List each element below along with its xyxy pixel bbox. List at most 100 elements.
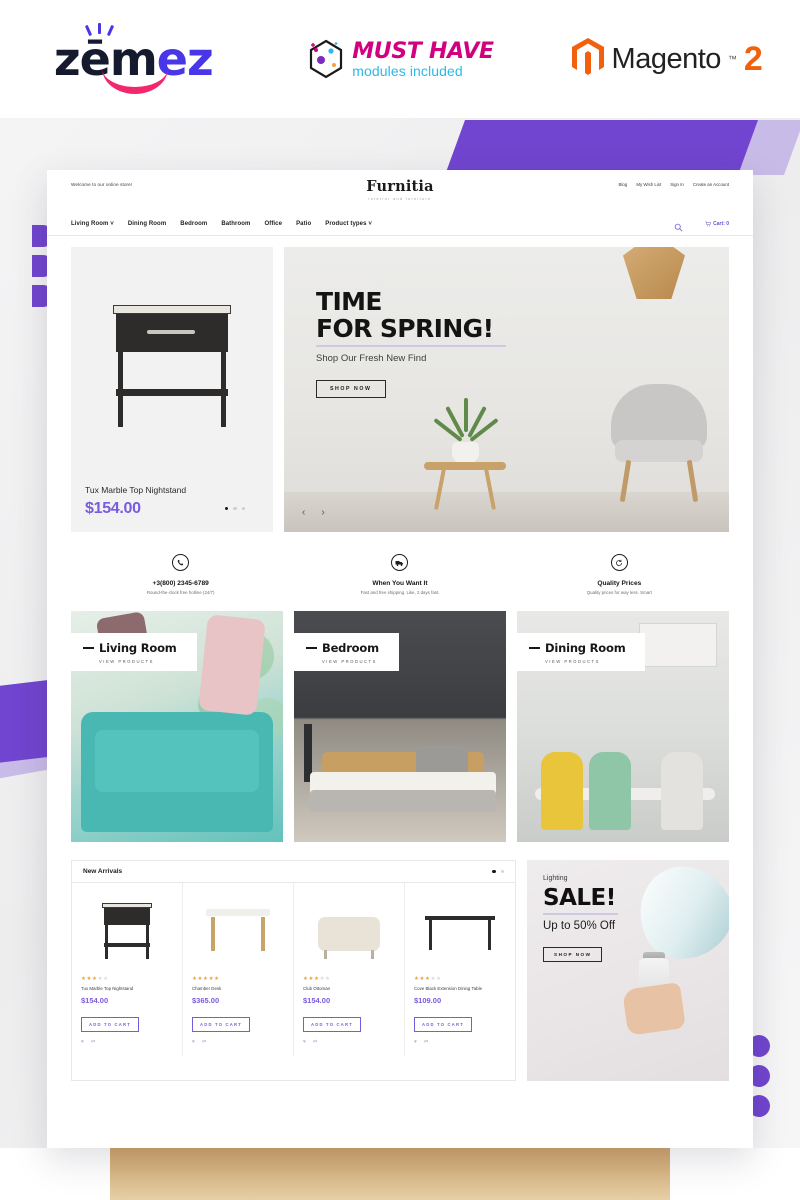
nav-item-office[interactable]: Office — [264, 221, 282, 227]
heart-icon[interactable]: ♥ — [303, 1039, 306, 1045]
link-signin[interactable]: Sign In — [670, 182, 684, 187]
coffee-table-illustration — [424, 398, 506, 510]
product-actions: ♥ ⇄ — [414, 1039, 506, 1045]
nav-item-product-types[interactable]: Product types ˅ — [325, 221, 372, 227]
nav-item-bathroom[interactable]: Bathroom — [221, 221, 250, 227]
product-name: Tux Marble Top Nightstand — [81, 986, 134, 991]
add-to-cart-button[interactable]: ADD TO CART — [303, 1017, 361, 1032]
zemez-smile-icon — [101, 68, 168, 94]
link-create-account[interactable]: Create an Account — [693, 182, 729, 187]
nightstand-illustration — [102, 903, 152, 959]
category-title: Living Room — [99, 641, 177, 655]
product-actions: ♥ ⇄ — [81, 1039, 173, 1045]
banner-shop-now-button[interactable]: SHOP NOW — [316, 380, 386, 398]
product-rating: ★★★★★ — [192, 976, 220, 982]
add-to-cart-button[interactable]: ADD TO CART — [81, 1017, 139, 1032]
heart-icon[interactable]: ♥ — [192, 1039, 195, 1045]
website-mockup: Welcome to our online store! Furnitia in… — [47, 170, 753, 1148]
banner-next-arrow[interactable]: › — [321, 507, 324, 518]
nav-links: Living Room ˅ Dining Room Bedroom Bathro… — [71, 221, 372, 227]
product-image — [81, 892, 173, 967]
new-arrivals-panel: New Arrivals ★★★★★ Tux Marble Top Nights… — [71, 860, 516, 1081]
hexagon-icon — [306, 37, 346, 81]
feature-quality: Quality Prices Quality prices for way le… — [510, 554, 729, 595]
product-price: $154.00 — [303, 996, 331, 1005]
wood-pendant-illustration — [623, 247, 685, 299]
feature-subtitle: Quality prices for way less. Smart — [586, 590, 652, 595]
banner-arrows: ‹ › — [302, 507, 325, 518]
zemez-crown-icon — [84, 23, 120, 37]
magento-tm: ™ — [727, 54, 737, 64]
zemez-logo: zēmez — [0, 23, 267, 94]
featured-product-name: Tux Marble Top Nightstand — [85, 485, 187, 495]
must-have-subtitle: modules included — [352, 62, 463, 79]
product-name: Cove Black Extension Dining Table — [414, 986, 483, 991]
carousel-dot[interactable] — [492, 869, 496, 874]
compare-icon[interactable]: ⇄ — [202, 1039, 206, 1045]
new-arrivals-header: New Arrivals — [72, 861, 515, 883]
new-arrivals-title: New Arrivals — [83, 868, 123, 875]
cart-label: Cart: 0 — [713, 220, 729, 227]
category-subtitle: VIEW PRODUCTS — [545, 659, 600, 664]
heart-icon[interactable]: ♥ — [414, 1039, 417, 1045]
add-to-cart-button[interactable]: ADD TO CART — [414, 1017, 472, 1032]
product-actions: ♥ ⇄ — [192, 1039, 284, 1045]
featured-product-card[interactable]: Tux Marble Top Nightstand $154.00 — [71, 247, 273, 532]
cart-button[interactable]: Cart: 0 — [705, 221, 729, 227]
product-price: $109.00 — [414, 996, 442, 1005]
product-image — [414, 892, 506, 967]
cart-icon — [705, 220, 712, 226]
product-card[interactable]: ★★★★★ Chamber Desk $365.00 ADD TO CART ♥… — [183, 883, 294, 1056]
product-price: $365.00 — [192, 996, 220, 1005]
product-card[interactable]: ★★★★★ Tux Marble Top Nightstand $154.00 … — [72, 883, 183, 1056]
compare-icon[interactable]: ⇄ — [313, 1039, 317, 1045]
nav-item-patio[interactable]: Patio — [296, 221, 311, 227]
hero-banner[interactable]: TIME FOR SPRING! Shop Our Fresh New Find… — [284, 247, 729, 532]
nav-item-living-room[interactable]: Living Room ˅ — [71, 221, 114, 227]
carousel-dot[interactable] — [233, 506, 237, 510]
armchair-illustration — [611, 384, 707, 504]
must-have-logo: MUST HAVE modules included — [267, 37, 534, 81]
nav-item-bedroom[interactable]: Bedroom — [180, 221, 207, 227]
add-to-cart-button[interactable]: ADD TO CART — [192, 1017, 250, 1032]
carousel-dot[interactable] — [241, 506, 245, 510]
heart-icon[interactable]: ♥ — [81, 1039, 84, 1045]
compare-icon[interactable]: ⇄ — [91, 1039, 95, 1045]
hero-section: Tux Marble Top Nightstand $154.00 TIME F… — [47, 236, 753, 532]
nav-item-dining-room[interactable]: Dining Room — [128, 221, 166, 227]
carousel-dot[interactable] — [224, 506, 228, 510]
category-subtitle: VIEW PRODUCTS — [322, 659, 377, 664]
category-card-living-room[interactable]: Living Room VIEW PRODUCTS — [71, 611, 283, 842]
product-rating: ★★★★★ — [303, 976, 331, 982]
banner-underline — [316, 345, 506, 347]
sale-shop-now-button[interactable]: SHOP NOW — [543, 947, 603, 962]
sale-subtitle: Up to 50% Off — [543, 920, 616, 932]
service-features: +3(800) 2345-6789 Round-the-clock free h… — [47, 532, 753, 611]
hero-banner-copy: TIME FOR SPRING! Shop Our Fresh New Find… — [316, 288, 506, 398]
product-rating: ★★★★★ — [414, 976, 442, 982]
banner-headline-line2: FOR SPRING! — [316, 313, 494, 343]
product-actions: ♥ ⇄ — [303, 1039, 395, 1045]
product-card[interactable]: ★★★★★ Cove Black Extension Dining Table … — [405, 883, 515, 1056]
feature-title: When You Want It — [372, 580, 428, 587]
category-card-dining-room[interactable]: Dining Room VIEW PRODUCTS — [517, 611, 729, 842]
product-image — [192, 892, 284, 967]
sale-banner[interactable]: Lighting SALE! Up to 50% Off SHOP NOW — [527, 860, 729, 1081]
search-icon[interactable] — [674, 219, 683, 232]
welcome-message: Welcome to our online store! — [71, 182, 133, 187]
feature-subtitle: Round-the-clock free hotline (24/7) — [146, 590, 215, 595]
banner-prev-arrow[interactable]: ‹ — [302, 507, 305, 518]
compare-icon[interactable]: ⇄ — [424, 1039, 428, 1045]
product-card[interactable]: ★★★★★ Club Ottoman $154.00 ADD TO CART ♥… — [294, 883, 405, 1056]
link-blog[interactable]: Blog — [619, 182, 628, 187]
ottoman-illustration — [318, 917, 380, 959]
link-wishlist[interactable]: My Wish List — [636, 182, 661, 187]
category-card-bedroom[interactable]: Bedroom VIEW PRODUCTS — [294, 611, 506, 842]
dash-icon — [306, 647, 317, 649]
carousel-dot[interactable] — [500, 869, 504, 874]
featured-carousel-dots[interactable] — [224, 506, 245, 510]
banner-subtitle: Shop Our Fresh New Find — [316, 353, 427, 364]
lightbulb-illustration — [617, 860, 729, 1036]
refresh-icon — [610, 554, 628, 571]
arrivals-carousel-dots[interactable] — [492, 869, 504, 874]
